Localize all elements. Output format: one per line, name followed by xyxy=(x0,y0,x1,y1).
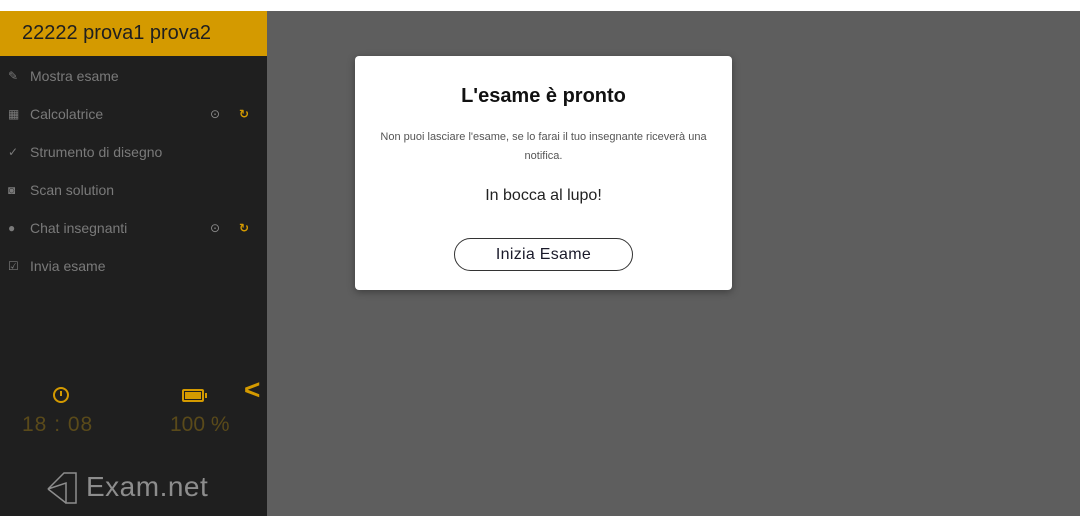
exam-ready-dialog: L'esame è pronto Non puoi lasciare l'esa… xyxy=(355,56,732,290)
dialog-title: L'esame è pronto xyxy=(461,85,626,107)
exam-net-logo: Exam.net xyxy=(42,469,232,509)
sidebar-item-calcolatrice[interactable]: ▦ Calcolatrice ⊙ ↻ xyxy=(0,95,267,133)
chat-icon: ● xyxy=(8,221,16,235)
sidebar-item-scan-solution[interactable]: ◙ Scan solution xyxy=(0,171,267,209)
clock-time: 18 : 08 xyxy=(22,413,94,436)
calculator-icon: ▦ xyxy=(8,107,20,121)
sidebar-item-chat-insegnanti[interactable]: ● Chat insegnanti ⊙ ↻ xyxy=(0,209,267,247)
sidebar-item-label: Mostra esame xyxy=(30,68,119,84)
checkbox-icon: ☑ xyxy=(8,259,19,273)
sidebar-item-mostra-esame[interactable]: ✎ Mostra esame xyxy=(0,57,267,95)
sidebar-menu: ✎ Mostra esame ▦ Calcolatrice ⊙ ↻ ✓ Stru… xyxy=(0,57,267,285)
sidebar-item-label: Calcolatrice xyxy=(30,106,104,122)
open-window-icon[interactable]: ⊙ xyxy=(210,209,220,247)
sidebar-item-invia-esame[interactable]: ☑ Invia esame xyxy=(0,247,267,285)
sidebar-item-label: Strumento di disegno xyxy=(30,144,163,160)
open-window-icon[interactable]: ⊙ xyxy=(210,95,220,133)
logo-text: Exam.net xyxy=(86,471,209,502)
dialog-message: Non puoi lasciare l'esame, se lo farai i… xyxy=(380,131,707,162)
battery-level: 100 % xyxy=(170,413,230,436)
start-exam-button[interactable]: Inizia Esame xyxy=(454,238,633,271)
sidebar: 22222 prova1 prova2 ✎ Mostra esame ▦ Cal… xyxy=(0,11,267,516)
edit-icon: ✎ xyxy=(8,69,19,83)
refresh-icon[interactable]: ↻ xyxy=(239,209,249,247)
sidebar-item-label: Chat insegnanti xyxy=(30,220,128,236)
camera-icon: ◙ xyxy=(8,183,16,197)
battery-icon xyxy=(182,389,207,402)
sidebar-item-strumento-di-disegno[interactable]: ✓ Strumento di disegno xyxy=(0,133,267,171)
collapse-sidebar-icon[interactable]: < xyxy=(244,375,260,405)
logo-mark-icon xyxy=(47,472,77,504)
brush-icon: ✓ xyxy=(8,145,19,159)
clock-icon xyxy=(53,387,69,403)
exam-screen: 22222 prova1 prova2 ✎ Mostra esame ▦ Cal… xyxy=(0,11,1080,516)
refresh-icon[interactable]: ↻ xyxy=(239,95,249,133)
dialog-wish: In bocca al lupo! xyxy=(485,187,602,204)
exam-title: 22222 prova1 prova2 xyxy=(0,11,267,56)
sidebar-item-label: Invia esame xyxy=(30,258,106,274)
status-area: < 18 : 08 100 % xyxy=(0,375,267,451)
sidebar-item-label: Scan solution xyxy=(30,182,115,198)
